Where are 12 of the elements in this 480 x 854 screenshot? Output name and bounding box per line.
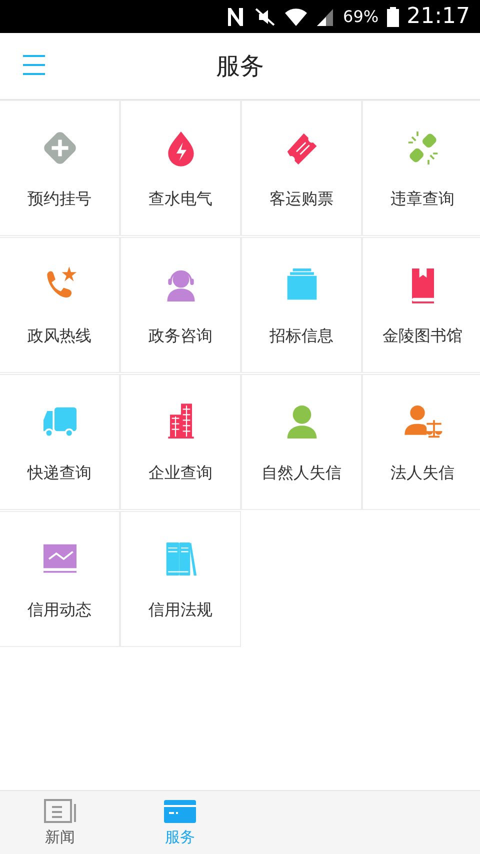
battery-icon	[386, 6, 399, 26]
tab[interactable]: 新闻	[0, 791, 120, 854]
wifi-icon	[285, 6, 308, 26]
page-title: 服务	[216, 51, 264, 82]
menu-icon	[21, 53, 47, 77]
mute-icon	[253, 6, 278, 26]
card-icon	[163, 798, 197, 824]
news-icon	[43, 798, 77, 824]
battery-percent: 69%	[343, 7, 379, 26]
clock: 21:17	[406, 4, 470, 29]
nfc-icon	[225, 6, 246, 28]
signal-icon	[315, 6, 336, 26]
